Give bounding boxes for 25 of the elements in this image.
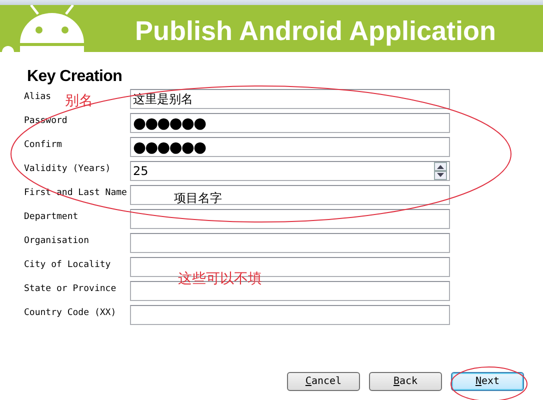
- field-label: State or Province: [24, 283, 116, 296]
- field-label: Alias: [24, 91, 52, 104]
- wizard-button[interactable]: Back: [369, 372, 442, 391]
- annotation-text: 这些可以不填: [178, 271, 262, 287]
- field-label: First and Last Name: [24, 187, 127, 200]
- password-field[interactable]: ●●●●●●: [130, 137, 450, 157]
- field-label: Organisation: [24, 235, 90, 248]
- field-label: Validity (Years): [24, 163, 111, 176]
- window-title: Publish Android Application: [135, 16, 496, 48]
- input-field[interactable]: [130, 185, 450, 205]
- field-label: Country Code (XX): [24, 307, 116, 320]
- field-label: Department: [24, 211, 78, 224]
- annotation-text: 项目名字: [174, 190, 222, 206]
- input-field[interactable]: [130, 305, 450, 325]
- wizard-button[interactable]: Cancel: [287, 372, 360, 391]
- spinner-field[interactable]: 25: [130, 161, 450, 181]
- section-title: Key Creation: [27, 68, 124, 86]
- spinner-arrows-icon: [434, 162, 447, 180]
- password-field[interactable]: ●●●●●●: [130, 113, 450, 133]
- field-label: City of Locality: [24, 259, 111, 272]
- input-field[interactable]: [130, 233, 450, 253]
- input-field[interactable]: 这里是别名: [130, 89, 450, 109]
- wizard-button[interactable]: Next: [451, 372, 524, 391]
- input-field[interactable]: [130, 209, 450, 229]
- field-label: Confirm: [24, 139, 62, 152]
